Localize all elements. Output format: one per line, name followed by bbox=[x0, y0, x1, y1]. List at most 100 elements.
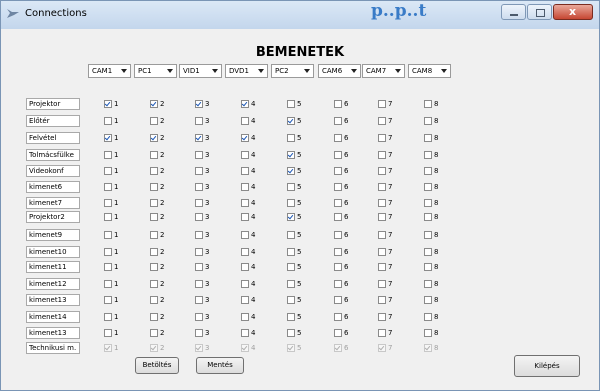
route-checkbox[interactable] bbox=[150, 329, 158, 337]
route-checkbox[interactable] bbox=[241, 199, 249, 207]
route-checkbox[interactable] bbox=[334, 329, 342, 337]
route-checkbox[interactable] bbox=[334, 117, 342, 125]
route-checkbox[interactable] bbox=[104, 134, 112, 142]
route-checkbox[interactable] bbox=[334, 231, 342, 239]
route-checkbox[interactable] bbox=[287, 231, 295, 239]
route-checkbox[interactable] bbox=[104, 213, 112, 221]
route-checkbox[interactable] bbox=[287, 167, 295, 175]
route-checkbox[interactable] bbox=[378, 213, 386, 221]
route-checkbox[interactable] bbox=[150, 263, 158, 271]
route-checkbox[interactable] bbox=[378, 167, 386, 175]
route-checkbox[interactable] bbox=[150, 117, 158, 125]
route-checkbox[interactable] bbox=[195, 213, 203, 221]
route-checkbox[interactable] bbox=[334, 213, 342, 221]
route-checkbox[interactable] bbox=[104, 117, 112, 125]
route-checkbox[interactable] bbox=[424, 280, 432, 288]
route-checkbox[interactable] bbox=[424, 296, 432, 304]
route-checkbox[interactable] bbox=[241, 151, 249, 159]
route-checkbox[interactable] bbox=[195, 263, 203, 271]
route-checkbox[interactable] bbox=[104, 313, 112, 321]
route-checkbox[interactable] bbox=[287, 296, 295, 304]
route-checkbox[interactable] bbox=[378, 313, 386, 321]
input-select-8[interactable]: CAM8 bbox=[408, 64, 451, 78]
route-checkbox[interactable] bbox=[378, 231, 386, 239]
save-button[interactable]: Mentés bbox=[196, 357, 244, 374]
route-checkbox[interactable] bbox=[241, 263, 249, 271]
route-checkbox[interactable] bbox=[424, 213, 432, 221]
route-checkbox[interactable] bbox=[150, 134, 158, 142]
route-checkbox[interactable] bbox=[334, 167, 342, 175]
route-checkbox[interactable] bbox=[195, 313, 203, 321]
route-checkbox[interactable] bbox=[104, 167, 112, 175]
route-checkbox[interactable] bbox=[150, 151, 158, 159]
route-checkbox[interactable] bbox=[378, 248, 386, 256]
route-checkbox[interactable] bbox=[241, 213, 249, 221]
route-checkbox[interactable] bbox=[424, 248, 432, 256]
route-checkbox[interactable] bbox=[195, 167, 203, 175]
route-checkbox[interactable] bbox=[241, 100, 249, 108]
route-checkbox[interactable] bbox=[334, 248, 342, 256]
route-checkbox[interactable] bbox=[150, 248, 158, 256]
route-checkbox[interactable] bbox=[424, 263, 432, 271]
route-checkbox[interactable] bbox=[378, 329, 386, 337]
route-checkbox[interactable] bbox=[378, 183, 386, 191]
route-checkbox[interactable] bbox=[241, 329, 249, 337]
route-checkbox[interactable] bbox=[104, 329, 112, 337]
route-checkbox[interactable] bbox=[104, 296, 112, 304]
route-checkbox[interactable] bbox=[195, 100, 203, 108]
route-checkbox[interactable] bbox=[287, 117, 295, 125]
route-checkbox[interactable] bbox=[150, 280, 158, 288]
route-checkbox[interactable] bbox=[195, 117, 203, 125]
exit-button[interactable]: Kilépés bbox=[514, 355, 580, 377]
route-checkbox[interactable] bbox=[334, 313, 342, 321]
route-checkbox[interactable] bbox=[104, 263, 112, 271]
route-checkbox[interactable] bbox=[334, 100, 342, 108]
route-checkbox[interactable] bbox=[424, 199, 432, 207]
route-checkbox[interactable] bbox=[287, 280, 295, 288]
route-checkbox[interactable] bbox=[150, 167, 158, 175]
route-checkbox[interactable] bbox=[378, 263, 386, 271]
route-checkbox[interactable] bbox=[104, 100, 112, 108]
route-checkbox[interactable] bbox=[424, 313, 432, 321]
route-checkbox[interactable] bbox=[424, 329, 432, 337]
route-checkbox[interactable] bbox=[287, 329, 295, 337]
route-checkbox[interactable] bbox=[241, 313, 249, 321]
input-select-3[interactable]: VID1 bbox=[179, 64, 222, 78]
route-checkbox[interactable] bbox=[104, 151, 112, 159]
route-checkbox[interactable] bbox=[378, 100, 386, 108]
route-checkbox[interactable] bbox=[195, 296, 203, 304]
route-checkbox[interactable] bbox=[241, 296, 249, 304]
route-checkbox[interactable] bbox=[424, 117, 432, 125]
route-checkbox[interactable] bbox=[287, 100, 295, 108]
route-checkbox[interactable] bbox=[195, 183, 203, 191]
input-select-7[interactable]: CAM7 bbox=[362, 64, 405, 78]
route-checkbox[interactable] bbox=[241, 231, 249, 239]
route-checkbox[interactable] bbox=[334, 183, 342, 191]
load-button[interactable]: Betöltés bbox=[135, 357, 179, 374]
route-checkbox[interactable] bbox=[378, 280, 386, 288]
minimize-button[interactable] bbox=[501, 4, 526, 20]
route-checkbox[interactable] bbox=[150, 183, 158, 191]
route-checkbox[interactable] bbox=[241, 134, 249, 142]
input-select-5[interactable]: PC2 bbox=[271, 64, 314, 78]
route-checkbox[interactable] bbox=[334, 263, 342, 271]
route-checkbox[interactable] bbox=[378, 199, 386, 207]
route-checkbox[interactable] bbox=[334, 151, 342, 159]
route-checkbox[interactable] bbox=[424, 183, 432, 191]
route-checkbox[interactable] bbox=[195, 134, 203, 142]
route-checkbox[interactable] bbox=[150, 313, 158, 321]
route-checkbox[interactable] bbox=[424, 151, 432, 159]
route-checkbox[interactable] bbox=[378, 296, 386, 304]
route-checkbox[interactable] bbox=[195, 248, 203, 256]
route-checkbox[interactable] bbox=[287, 213, 295, 221]
route-checkbox[interactable] bbox=[241, 183, 249, 191]
route-checkbox[interactable] bbox=[241, 248, 249, 256]
route-checkbox[interactable] bbox=[150, 231, 158, 239]
route-checkbox[interactable] bbox=[150, 100, 158, 108]
route-checkbox[interactable] bbox=[104, 199, 112, 207]
input-select-2[interactable]: PC1 bbox=[134, 64, 177, 78]
route-checkbox[interactable] bbox=[378, 151, 386, 159]
route-checkbox[interactable] bbox=[241, 280, 249, 288]
route-checkbox[interactable] bbox=[424, 100, 432, 108]
route-checkbox[interactable] bbox=[150, 296, 158, 304]
